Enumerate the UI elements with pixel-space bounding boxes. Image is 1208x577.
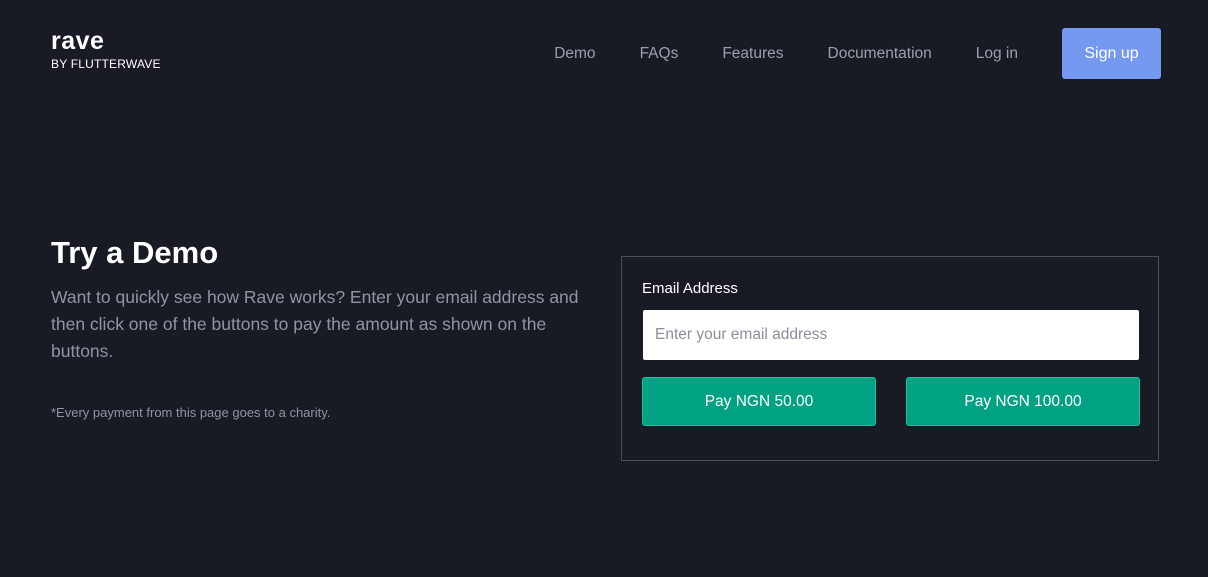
nav-link-features[interactable]: Features bbox=[722, 45, 783, 63]
rave-logo[interactable]: rave BY FLUTTERWAVE bbox=[51, 27, 161, 71]
logo-tagline: BY FLUTTERWAVE bbox=[51, 57, 161, 71]
pay-50-button[interactable]: Pay NGN 50.00 bbox=[642, 377, 876, 426]
email-field[interactable] bbox=[643, 310, 1139, 360]
nav-link-faqs[interactable]: FAQs bbox=[640, 45, 679, 63]
email-label: Email Address bbox=[642, 280, 738, 297]
page-title: Try a Demo bbox=[51, 235, 219, 270]
nav-link-documentation[interactable]: Documentation bbox=[828, 45, 932, 63]
main-nav: Demo FAQs Features Documentation Log in … bbox=[554, 28, 1161, 79]
site-header: rave BY FLUTTERWAVE Demo FAQs Features D… bbox=[0, 0, 1208, 106]
nav-link-demo[interactable]: Demo bbox=[554, 45, 595, 63]
nav-link-login[interactable]: Log in bbox=[976, 45, 1018, 63]
signup-button[interactable]: Sign up bbox=[1062, 28, 1161, 79]
demo-payment-form: Email Address Pay NGN 50.00 Pay NGN 100.… bbox=[621, 256, 1159, 461]
demo-description: Want to quickly see how Rave works? Ente… bbox=[51, 287, 579, 361]
pay-100-button[interactable]: Pay NGN 100.00 bbox=[906, 377, 1140, 426]
charity-note: *Every payment from this page goes to a … bbox=[51, 405, 331, 420]
logo-wordmark: rave bbox=[51, 27, 105, 55]
demo-intro: Try a Demo Want to quickly see how Rave … bbox=[51, 234, 591, 420]
